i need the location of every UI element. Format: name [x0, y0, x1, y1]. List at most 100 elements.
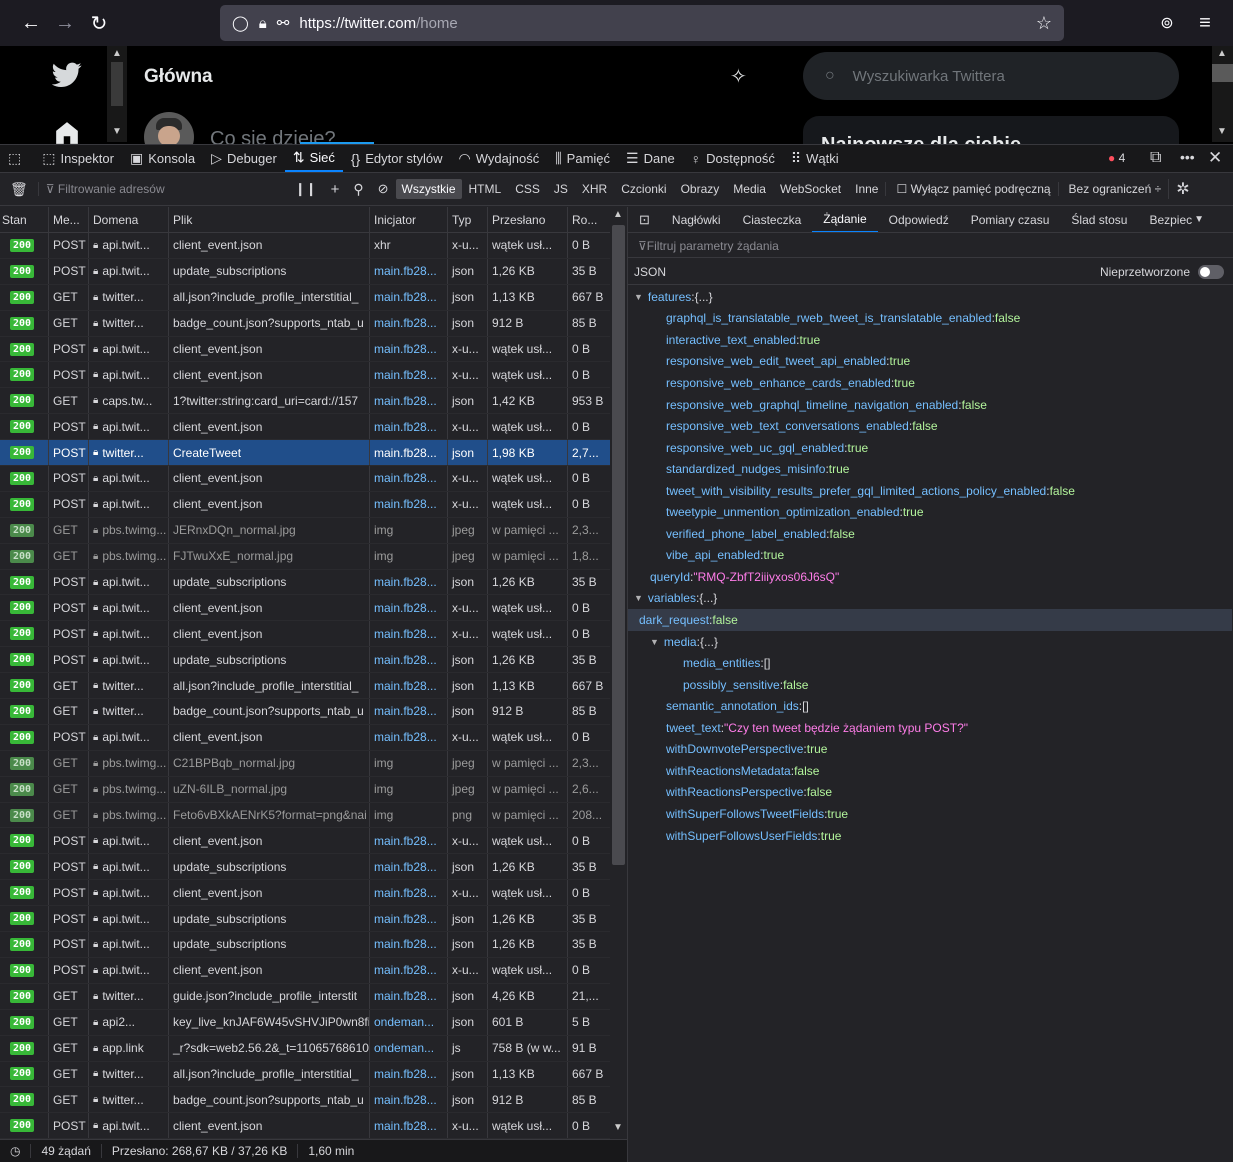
plus-icon[interactable]: + — [324, 181, 347, 198]
menu-icon[interactable]: ≡ — [1188, 6, 1222, 40]
table-row[interactable]: 200 POST 🔒︎ api.twit... update_subscriptions… — [0, 906, 612, 933]
table-row[interactable]: 200 POST 🔒︎ api.twit... client_event.json mai… — [0, 724, 612, 751]
filter-other[interactable]: Inne — [848, 182, 885, 196]
json-line[interactable]: ▼ features: {...} — [628, 286, 713, 308]
block-icon[interactable]: ⊘ — [371, 181, 396, 197]
table-row[interactable]: 200 POST 🔒︎ api.twit... client_event.json mai… — [0, 1113, 612, 1139]
tab-console[interactable]: ▣ Konsola — [122, 145, 203, 172]
close-icon[interactable]: ✕ — [1208, 148, 1222, 168]
col-size[interactable]: Ro... — [568, 207, 612, 232]
table-row[interactable]: 200 POST 🔒︎ api.twit... client_event.json mai… — [0, 957, 612, 984]
json-line[interactable]: standardized_nudges_misinfo: true — [628, 458, 849, 480]
more-options-icon[interactable]: ••• — [1180, 149, 1195, 165]
json-line[interactable]: dark_request: false — [628, 609, 1232, 631]
twitter-bird-icon[interactable] — [51, 62, 82, 88]
tab-accessibility[interactable]: ♀ Dostępność — [683, 145, 783, 172]
cell-initiator[interactable]: main.fb28... — [370, 362, 448, 388]
cell-initiator[interactable]: main.fb28... — [370, 258, 448, 284]
filter-images[interactable]: Obrazy — [674, 182, 727, 196]
filter-fonts[interactable]: Czcionki — [614, 182, 673, 196]
table-row[interactable]: 200 GET 🔒︎ twitter... all.json?include_profi… — [0, 284, 612, 311]
cell-initiator[interactable]: ondeman... — [370, 1009, 448, 1035]
json-line[interactable]: interactive_text_enabled: true — [628, 329, 820, 351]
col-initiator[interactable]: Inicjator — [370, 207, 448, 232]
twitter-nav-scrollbar[interactable]: ▲ ▼ — [107, 46, 127, 142]
cell-initiator[interactable]: main.fb28... — [370, 1113, 448, 1139]
tab-inspector[interactable]: ⬚ Inspektor — [34, 145, 122, 172]
json-line[interactable]: responsive_web_enhance_cards_enabled: tr… — [628, 372, 915, 394]
filter-html[interactable]: HTML — [462, 182, 509, 196]
table-row[interactable]: 200 POST 🔒︎ api.twit... update_subscriptions… — [0, 854, 612, 881]
table-row[interactable]: 200 GET 🔒︎ twitter... all.json?include_profi… — [0, 673, 612, 700]
search-input[interactable]: ○ Wyszukiwarka Twittera — [803, 52, 1179, 100]
tab-network[interactable]: ⇅ Sieć — [284, 145, 343, 172]
cell-initiator[interactable]: main.fb28... — [370, 647, 448, 673]
search-icon[interactable]: ⚲ — [346, 181, 370, 198]
table-row[interactable]: 200 POST 🔒︎ api.twit... client_event.json mai… — [0, 491, 612, 518]
trash-icon[interactable]: 🗑︎ — [0, 181, 38, 198]
col-type[interactable]: Typ — [448, 207, 488, 232]
cell-initiator[interactable]: main.fb28... — [370, 491, 448, 517]
filter-xhr[interactable]: XHR — [575, 182, 614, 196]
cell-initiator[interactable]: main.fb28... — [370, 595, 448, 621]
table-row[interactable]: 200 POST 🔒︎ api.twit... update_subscriptions… — [0, 258, 612, 285]
tab-stack-trace[interactable]: Ślad stosu — [1060, 207, 1138, 232]
permissions-icon[interactable]: ⚯ — [277, 14, 290, 32]
cell-initiator[interactable]: main.fb28... — [370, 466, 448, 491]
forward-arrow-icon[interactable]: → — [48, 6, 82, 40]
back-arrow-icon[interactable]: ← — [14, 6, 48, 40]
col-file[interactable]: Plik — [169, 207, 370, 232]
cell-initiator[interactable]: main.fb28... — [370, 906, 448, 932]
json-line[interactable]: graphql_is_translatable_rweb_tweet_is_tr… — [628, 308, 1020, 330]
json-line[interactable]: tweet_with_visibility_results_prefer_gql… — [628, 480, 1075, 502]
table-row[interactable]: 200 GET 🔒︎ pbs.twimg... uZN-6ILB_normal.jpg i… — [0, 776, 612, 803]
tab-storage[interactable]: ☰ Dane — [618, 145, 683, 172]
json-line[interactable]: ▼ variables: {...} — [628, 588, 717, 610]
raw-toggle[interactable] — [1198, 265, 1224, 279]
table-row[interactable]: 200 GET 🔒︎ twitter... badge_count.json?suppo… — [0, 699, 612, 725]
tab-headers[interactable]: Nagłówki — [661, 207, 732, 232]
pause-icon[interactable]: ❙❙ — [288, 181, 324, 197]
json-line[interactable]: possibly_sensitive: false — [628, 674, 808, 696]
cell-initiator[interactable]: main.fb28... — [370, 957, 448, 983]
table-row[interactable]: 200 GET 🔒︎ caps.tw... 1?twitter:string:card_… — [0, 388, 612, 415]
cell-initiator[interactable]: main.fb28... — [370, 673, 448, 699]
cell-initiator[interactable]: main.fb28... — [370, 828, 448, 854]
cell-initiator[interactable]: main.fb28... — [370, 414, 448, 440]
cell-initiator[interactable]: main.fb28... — [370, 310, 448, 336]
json-line[interactable]: tweetypie_unmention_optimization_enabled… — [628, 502, 924, 524]
cell-initiator[interactable]: main.fb28... — [370, 724, 448, 750]
cell-initiator[interactable]: main.fb28... — [370, 1087, 448, 1113]
json-line[interactable]: tweet_text: "Czy ten tweet będzie żądani… — [628, 717, 968, 739]
table-row[interactable]: 200 POST 🔒︎ api.twit... update_subscriptions… — [0, 932, 612, 958]
url-bar[interactable]: ◯ 🔒︎ ⚯ https://twitter.com/home ☆ — [220, 5, 1064, 41]
table-row[interactable]: 200 POST 🔒︎ api.twit... client_event.json mai… — [0, 880, 612, 907]
expand-triangle-icon[interactable]: ▼ — [634, 593, 643, 603]
element-picker-icon[interactable]: ⬚ — [0, 145, 34, 172]
tab-threads[interactable]: ⠿ Wątki — [783, 145, 847, 172]
tab-style-editor[interactable]: {} Edytor stylów — [343, 145, 451, 172]
table-row[interactable]: 200 GET 🔒︎ twitter... badge_count.json?suppo… — [0, 1087, 612, 1114]
json-line[interactable]: semantic_annotation_ids: [] — [628, 695, 809, 717]
json-line[interactable]: responsive_web_graphql_timeline_navigati… — [628, 394, 987, 416]
json-line[interactable]: withDownvotePerspective: true — [628, 739, 827, 761]
cell-initiator[interactable]: main.fb28... — [370, 699, 448, 724]
request-params-filter[interactable]: ⊽ Filtruj parametry żądania — [628, 234, 1233, 258]
table-row[interactable]: 200 GET 🔒︎ pbs.twimg... Feto6vBXkAENrK5?form… — [0, 802, 612, 829]
tab-security[interactable]: Bezpiec — [1138, 207, 1194, 232]
json-line[interactable]: withReactionsPerspective: false — [628, 782, 832, 804]
cell-initiator[interactable]: main.fb28... — [370, 336, 448, 362]
dock-icon[interactable]: ⧉ — [1150, 149, 1161, 167]
tab-cookies[interactable]: Ciasteczka — [732, 207, 813, 232]
table-row[interactable]: 200 GET 🔒︎ pbs.twimg... FJTwuXxE_normal.jpg i… — [0, 543, 612, 570]
cell-initiator[interactable]: main.fb28... — [370, 854, 448, 880]
json-line[interactable]: responsive_web_edit_tweet_api_enabled: t… — [628, 351, 910, 373]
table-row[interactable]: 200 POST 🔒︎ api.twit... client_event.json mai… — [0, 466, 612, 492]
url-filter-input[interactable]: ⊽ Filtrowanie adresów — [37, 182, 288, 196]
tab-timings[interactable]: Pomiary czasu — [960, 207, 1061, 232]
disable-cache-checkbox[interactable]: ☐ Wyłącz pamięć podręczną — [885, 182, 1057, 196]
json-line[interactable]: withSuperFollowsTweetFields: true — [628, 803, 848, 825]
cell-initiator[interactable]: ondeman... — [370, 1035, 448, 1061]
error-indicator[interactable]: ● 4 — [1108, 151, 1125, 165]
table-row[interactable]: 200 GET 🔒︎ pbs.twimg... JERnxDQn_normal.jpg i… — [0, 517, 612, 544]
